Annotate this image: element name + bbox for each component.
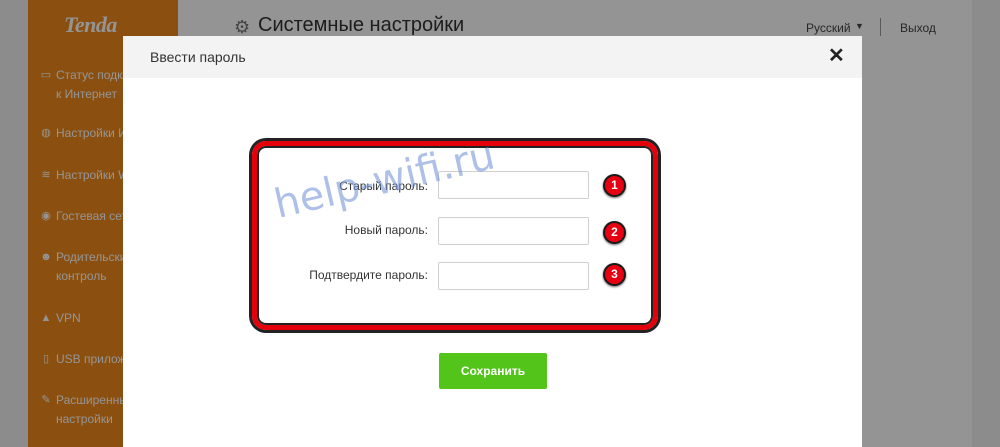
close-icon[interactable]: ✕ xyxy=(828,46,845,66)
password-modal: Ввести пароль ✕ Старый пароль: 1 Новый п… xyxy=(123,36,862,447)
new-password-label: Новый пароль: xyxy=(344,223,428,237)
step-badge-1: 1 xyxy=(603,174,626,197)
save-button[interactable]: Сохранить xyxy=(439,353,547,389)
new-password-input[interactable] xyxy=(438,217,589,245)
modal-title: Ввести пароль xyxy=(150,49,246,65)
confirm-password-input[interactable] xyxy=(438,262,589,290)
modal-header: Ввести пароль ✕ xyxy=(123,36,862,78)
confirm-password-label: Подтвердите пароль: xyxy=(309,268,428,282)
step-badge-3: 3 xyxy=(603,263,626,286)
step-badge-2: 2 xyxy=(603,221,626,244)
